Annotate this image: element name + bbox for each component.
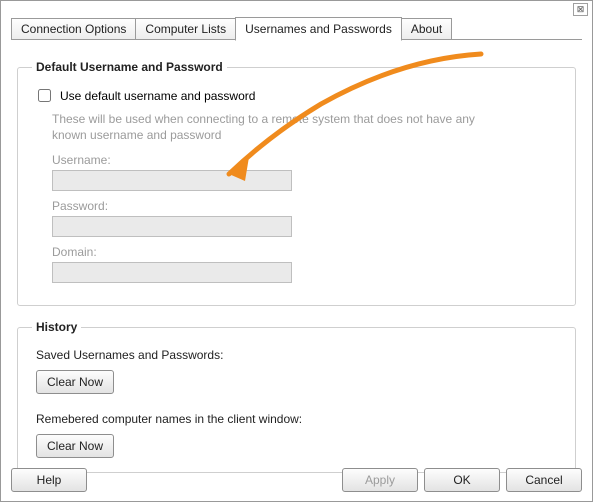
use-default-row: Use default username and password (34, 86, 561, 105)
group-history-legend: History (32, 320, 81, 334)
bottom-button-bar: Help Apply OK Cancel (11, 468, 582, 492)
username-label: Username: (52, 153, 561, 167)
username-input[interactable] (52, 170, 292, 191)
domain-label: Domain: (52, 245, 561, 259)
group-default-legend: Default Username and Password (32, 60, 227, 74)
tab-bar: Connection Options Computer Lists Userna… (11, 17, 582, 40)
use-default-checkbox[interactable] (38, 89, 51, 102)
clear-remembered-button[interactable]: Clear Now (36, 434, 114, 458)
username-block: Username: (52, 153, 561, 191)
default-hint-text: These will be used when connecting to a … (52, 111, 512, 143)
bottom-right-buttons: Apply OK Cancel (342, 468, 582, 492)
saved-credentials-label: Saved Usernames and Passwords: (36, 348, 561, 362)
password-block: Password: (52, 199, 561, 237)
tab-usernames-passwords[interactable]: Usernames and Passwords (235, 17, 402, 41)
tab-about[interactable]: About (401, 18, 452, 40)
close-icon[interactable]: ⊠ (573, 3, 588, 16)
remembered-names-label: Remebered computer names in the client w… (36, 412, 561, 426)
tab-content: Default Username and Password Use defaul… (11, 40, 582, 473)
ok-button[interactable]: OK (424, 468, 500, 492)
group-default-credentials: Default Username and Password Use defaul… (17, 60, 576, 306)
dialog-window: ⊠ Connection Options Computer Lists User… (0, 0, 593, 502)
password-input[interactable] (52, 216, 292, 237)
apply-button[interactable]: Apply (342, 468, 418, 492)
tab-computer-lists[interactable]: Computer Lists (135, 18, 236, 40)
domain-input[interactable] (52, 262, 292, 283)
use-default-label: Use default username and password (60, 89, 255, 103)
tab-connection-options[interactable]: Connection Options (11, 18, 136, 40)
group-history: History Saved Usernames and Passwords: C… (17, 320, 576, 473)
cancel-button[interactable]: Cancel (506, 468, 582, 492)
domain-block: Domain: (52, 245, 561, 283)
help-button[interactable]: Help (11, 468, 87, 492)
password-label: Password: (52, 199, 561, 213)
clear-saved-button[interactable]: Clear Now (36, 370, 114, 394)
